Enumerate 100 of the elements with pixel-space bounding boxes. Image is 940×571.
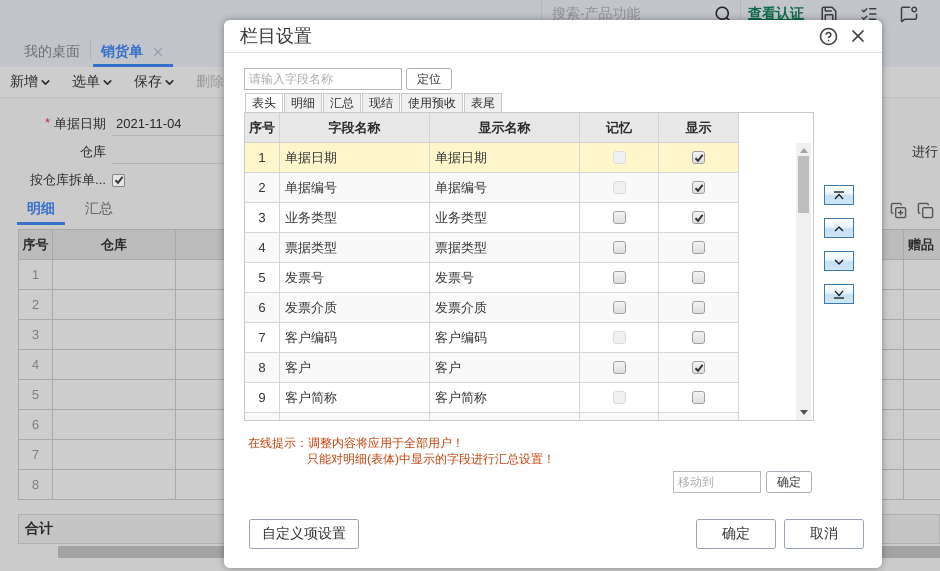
verify-link[interactable]: 查看认证: [748, 4, 804, 22]
save-icon[interactable]: [820, 4, 838, 22]
column-header: 显示: [659, 113, 739, 143]
field-row[interactable]: 8 客户 客户: [245, 353, 739, 383]
show-checkbox[interactable]: [692, 241, 705, 254]
field-name: 发票号: [285, 268, 324, 286]
section-tab[interactable]: 汇总: [323, 93, 361, 112]
field-row[interactable]: 4 票据类型 票据类型: [245, 233, 739, 263]
show-checkbox[interactable]: [692, 151, 705, 164]
field-name: 客户简称: [285, 388, 337, 406]
column-header: 仓库: [53, 230, 176, 260]
field-row[interactable]: 6 发票介质 发票介质: [245, 293, 739, 323]
section-tab[interactable]: 表头: [245, 93, 283, 112]
field-row[interactable]: 5 发票号 发票号: [245, 263, 739, 293]
row-number: 5: [32, 387, 40, 402]
remember-checkbox[interactable]: [612, 211, 626, 224]
field-name: 业务类型: [285, 208, 337, 226]
row-number: 3: [32, 327, 40, 342]
field-row[interactable]: 3 业务类型 业务类型: [245, 203, 739, 233]
row-number: 2: [32, 297, 40, 312]
field-row[interactable]: 1 单据日期 单据日期: [245, 143, 739, 173]
ok-button[interactable]: 确定: [696, 519, 776, 549]
display-name: 单据日期: [435, 148, 487, 166]
row-number: 2: [258, 180, 266, 195]
show-checkbox[interactable]: [692, 301, 705, 314]
move-top-icon: [831, 190, 847, 200]
column-header: 显示名称: [430, 113, 580, 143]
field-row[interactable]: 9 客户简称 客户简称: [245, 383, 739, 413]
row-number: 6: [32, 417, 40, 432]
check-icon: [694, 362, 704, 372]
row-number: 7: [258, 330, 266, 345]
toolbar-button[interactable]: 新增: [10, 73, 52, 91]
display-name: 客户: [435, 358, 461, 376]
show-checkbox[interactable]: [692, 361, 705, 374]
column-header: 赠品: [904, 230, 940, 260]
section-tab[interactable]: 使用预收: [401, 93, 463, 112]
show-checkbox[interactable]: [692, 391, 705, 404]
remember-checkbox[interactable]: [612, 361, 626, 374]
check-icon: [114, 175, 124, 185]
locate-button[interactable]: 定位: [406, 68, 452, 90]
confirm-move-button[interactable]: 确定: [766, 471, 812, 493]
field-name: 客户编码: [285, 328, 337, 346]
row-number: 3: [258, 210, 266, 225]
field-label: 单据日期: [54, 115, 106, 133]
column-header: 记忆: [580, 113, 659, 143]
hint-text: 只能对明细(表体)中显示的字段进行汇总设置！: [306, 451, 556, 467]
check-icon: [694, 212, 704, 222]
field-row[interactable]: 7 客户编码 客户编码: [245, 323, 739, 353]
total-label: 合计: [25, 520, 53, 538]
cancel-button[interactable]: 取消: [784, 519, 864, 549]
copy-icon[interactable]: [917, 202, 934, 219]
display-name: 票据类型: [435, 238, 487, 256]
toolbar-button[interactable]: 选单: [72, 73, 114, 91]
row-number: 5: [258, 270, 266, 285]
field-name: 单据编号: [285, 178, 337, 196]
row-number: 9: [258, 390, 266, 405]
row-number: 4: [32, 357, 40, 372]
display-name: 发票号: [435, 268, 474, 286]
field-name: 单据日期: [285, 148, 337, 166]
section-tab[interactable]: 现结: [362, 93, 400, 112]
field-name: 发票介质: [285, 298, 337, 316]
row-number: 8: [258, 360, 266, 375]
display-name: 业务类型: [435, 208, 487, 226]
show-checkbox[interactable]: [692, 271, 705, 284]
field-label: 仓库: [79, 143, 107, 161]
row-number: 6: [258, 300, 266, 315]
column-header: 序号: [245, 113, 280, 143]
show-checkbox[interactable]: [692, 181, 705, 194]
section-tab[interactable]: 表尾: [464, 93, 502, 112]
add-copy-icon[interactable]: [890, 202, 907, 219]
remember-checkbox[interactable]: [612, 271, 626, 284]
show-checkbox[interactable]: [692, 211, 705, 224]
check-icon: [694, 182, 704, 192]
section-tab[interactable]: 明细: [284, 93, 322, 112]
split-checkbox[interactable]: [112, 174, 125, 186]
check-icon: [694, 152, 704, 162]
row-number: 1: [258, 150, 266, 165]
field-label: 进行: [912, 143, 938, 161]
row-number: 8: [32, 477, 40, 492]
custom-items-button[interactable]: 自定义项设置: [249, 519, 359, 549]
toolbar-button[interactable]: 保存: [134, 73, 176, 91]
detail-tab[interactable]: 汇总: [75, 200, 123, 225]
field-search-input[interactable]: 请输入字段名称: [244, 68, 402, 90]
search-icon[interactable]: [714, 4, 732, 22]
field-row[interactable]: 2 单据编号 单据编号: [245, 173, 739, 203]
field-name: 票据类型: [285, 238, 337, 256]
remember-checkbox[interactable]: [612, 301, 626, 314]
move-button[interactable]: [824, 185, 854, 205]
show-checkbox[interactable]: [692, 331, 705, 344]
remember-checkbox[interactable]: [612, 241, 626, 254]
move-to-input[interactable]: 移动到: [673, 471, 761, 493]
move-bottom-icon: [831, 288, 847, 300]
message-icon[interactable]: [900, 4, 918, 22]
help-icon[interactable]: [819, 26, 838, 46]
column-header: 序号: [19, 230, 53, 260]
move-button[interactable]: [824, 284, 854, 304]
hint-text: 在线提示：调整内容将应用于全部用户！: [248, 435, 465, 451]
display-name: 发票介质: [435, 298, 487, 316]
vertical-scrollbar[interactable]: [796, 143, 811, 420]
column-header: 字段名称: [280, 113, 430, 143]
